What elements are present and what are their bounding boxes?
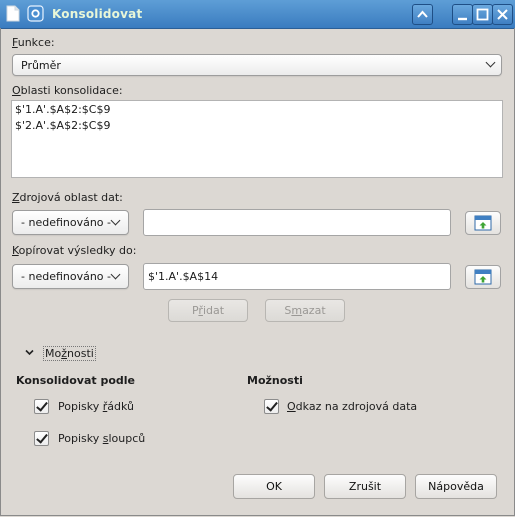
copyto-range-value: $'1.A'.$A$14 <box>148 270 219 283</box>
consolidation-ranges-list[interactable]: $'1.A'.$A$2:$C$9 $'2.A'.$A$2:$C$9 <box>11 100 503 178</box>
options-heading: Možnosti <box>247 374 303 387</box>
close-icon <box>497 9 508 20</box>
maximize-icon <box>476 8 489 21</box>
ok-button[interactable]: OK <box>233 474 315 499</box>
copyto-shrink-button[interactable] <box>465 265 501 289</box>
function-label: Funkce: <box>12 36 55 49</box>
help-button[interactable]: Nápověda <box>415 474 497 499</box>
chevron-down-icon <box>110 215 121 226</box>
shrink-icon <box>474 269 492 285</box>
consolidate-by-heading: Konsolidovat podle <box>16 374 136 387</box>
minimize-button[interactable] <box>452 4 473 25</box>
window-title: Konsolidovat <box>52 7 143 21</box>
copyto-named-range-select[interactable]: - nedefinováno - <box>12 264 129 289</box>
ranges-label: Oblasti konsolidace: <box>12 84 123 97</box>
chevron-down-icon <box>485 57 496 68</box>
function-selected-value: Průměr <box>21 59 61 72</box>
column-labels-label: Popisky sloupců <box>58 432 146 445</box>
source-shrink-button[interactable] <box>465 211 501 235</box>
link-source-checkbox[interactable] <box>264 399 279 414</box>
source-combo-value: - nedefinováno - <box>21 216 112 229</box>
check-icon <box>36 399 48 412</box>
list-item[interactable]: $'1.A'.$A$2:$C$9 <box>15 103 110 116</box>
source-named-range-select[interactable]: - nedefinováno - <box>12 210 129 235</box>
add-button[interactable]: Přidat <box>168 299 248 322</box>
document-icon <box>6 5 20 22</box>
expander-label: Možnosti <box>43 346 96 361</box>
rollup-button[interactable] <box>412 4 433 25</box>
delete-button[interactable]: Smazat <box>265 299 345 322</box>
chevron-up-icon <box>417 10 428 18</box>
close-button[interactable] <box>492 4 513 25</box>
source-label: Zdrojová oblast dat: <box>12 191 123 204</box>
copyto-range-input[interactable]: $'1.A'.$A$14 <box>143 263 451 290</box>
link-source-label: Odkaz na zdrojová data <box>287 400 418 413</box>
app-menu-icon[interactable] <box>27 5 44 22</box>
check-icon <box>266 399 278 412</box>
maximize-button[interactable] <box>472 4 493 25</box>
cancel-button[interactable]: Zrušit <box>324 474 406 499</box>
list-item[interactable]: $'2.A'.$A$2:$C$9 <box>15 119 110 132</box>
check-icon <box>36 431 48 444</box>
row-labels-label: Popisky řádků <box>58 400 134 413</box>
function-select[interactable]: Průměr <box>12 54 502 76</box>
source-range-input[interactable] <box>143 209 451 236</box>
row-labels-checkbox[interactable] <box>34 399 49 414</box>
shrink-icon <box>474 215 492 231</box>
copyto-label: Kopírovat výsledky do: <box>12 244 137 257</box>
column-labels-checkbox[interactable] <box>34 431 49 446</box>
minimize-icon <box>458 17 467 21</box>
options-expander[interactable]: Možnosti <box>24 346 104 361</box>
chevron-down-icon <box>110 269 121 280</box>
title-bar[interactable]: Konsolidovat <box>0 0 515 29</box>
copyto-combo-value: - nedefinováno - <box>21 270 112 283</box>
expander-arrow-icon <box>25 349 34 356</box>
